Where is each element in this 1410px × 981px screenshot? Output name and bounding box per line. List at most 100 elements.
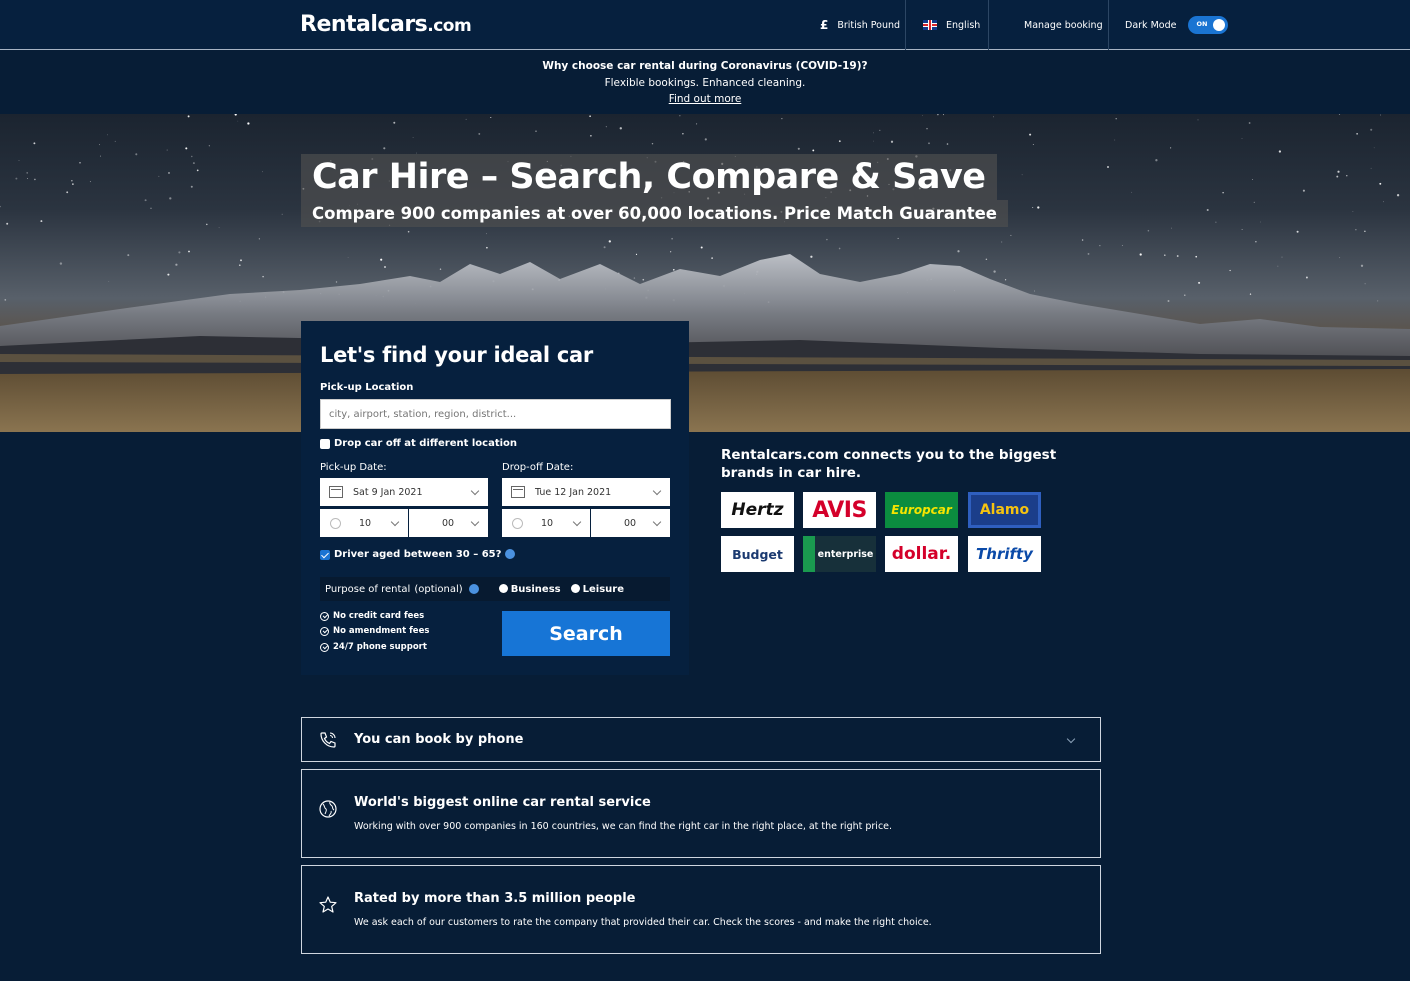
dropoff-minute-select[interactable]: 00 xyxy=(591,509,670,537)
hero-subtitle: Compare 900 companies at over 60,000 loc… xyxy=(301,200,1008,227)
purpose-business-label: Business xyxy=(510,583,561,595)
perk-item: No credit card fees xyxy=(320,611,424,621)
dropoff-hour-select[interactable]: 10 xyxy=(502,509,590,537)
driver-age-checkbox[interactable] xyxy=(320,550,330,560)
toggle-knob xyxy=(1213,19,1226,31)
header-divider xyxy=(1108,0,1109,50)
covid-text: Flexible bookings. Enhanced cleaning. xyxy=(604,77,806,89)
info-icon[interactable] xyxy=(468,584,479,594)
perk-item: No amendment fees xyxy=(320,626,429,636)
chevron-down-icon[interactable] xyxy=(1066,734,1076,744)
pickup-location-input[interactable] xyxy=(320,399,671,429)
calendar-icon xyxy=(511,486,525,498)
card-title: Rated by more than 3.5 million people xyxy=(354,891,636,906)
brand-logo-avis: AVIS xyxy=(803,492,876,528)
chevron-down-icon xyxy=(390,517,400,527)
currency-label: British Pound xyxy=(837,19,901,31)
site-header: Rentalcars.com £ British Pound English M… xyxy=(0,0,1410,50)
dark-mode-control: Dark Mode ON xyxy=(1125,0,1229,50)
pickup-date-value: Sat 9 Jan 2021 xyxy=(353,486,423,498)
info-card-ratings: Rated by more than 3.5 million people We… xyxy=(301,865,1101,954)
chevron-down-icon xyxy=(470,517,480,527)
phone-icon xyxy=(320,732,336,748)
brands-heading: Rentalcars.com connects you to the bigge… xyxy=(721,447,1057,481)
dark-mode-label: Dark Mode xyxy=(1125,19,1177,31)
dropoff-hour-value: 10 xyxy=(541,517,554,529)
pickup-minute-value: 00 xyxy=(442,517,455,529)
driver-age-text: Driver aged between 30 – 65? xyxy=(334,549,502,560)
search-panel: Let's find your ideal car Pick-up Locati… xyxy=(301,321,689,675)
purpose-leisure-option[interactable]: Leisure xyxy=(570,583,624,595)
clock-icon xyxy=(330,517,341,529)
pickup-minute-select[interactable]: 00 xyxy=(409,509,488,537)
pickup-hour-select[interactable]: 10 xyxy=(320,509,408,537)
find-out-more-link[interactable]: Find out more xyxy=(0,93,1410,105)
radio-icon xyxy=(570,584,580,593)
perk-label: 24/7 phone support xyxy=(333,642,427,652)
dropoff-date-label: Drop-off Date: xyxy=(502,462,574,473)
search-button[interactable]: Search xyxy=(502,611,670,656)
pound-icon: £ xyxy=(820,18,829,32)
brand-logo-europcar: Europcar xyxy=(885,492,958,528)
brand-logo-alamo: Alamo xyxy=(968,492,1041,528)
dropoff-date-picker[interactable]: Tue 12 Jan 2021 xyxy=(502,478,670,506)
pickup-location-label: Pick-up Location xyxy=(320,382,414,393)
brand-logo-dollar: dollar. xyxy=(885,536,958,572)
drop-off-different-label: Drop car off at different location xyxy=(334,438,518,449)
info-card-worldwide: World's biggest online car rental servic… xyxy=(301,769,1101,858)
chevron-down-icon xyxy=(572,517,582,527)
card-text: We ask each of our customers to rate the… xyxy=(354,917,932,928)
covid-heading: Why choose car rental during Coronavirus… xyxy=(542,60,868,72)
drop-off-different-checkbox[interactable] xyxy=(320,439,330,449)
perk-label: No credit card fees xyxy=(333,611,425,621)
language-selector[interactable]: English xyxy=(923,0,980,50)
find-out-more-label: Find out more xyxy=(668,93,742,105)
card-title: You can book by phone xyxy=(354,732,524,747)
rental-purpose-group: Purpose of rental (optional) Business Le… xyxy=(320,577,670,601)
check-circle-icon xyxy=(320,642,329,652)
dropoff-minute-value: 00 xyxy=(624,517,637,529)
brand-logo-budget: Budget xyxy=(721,536,794,572)
check-circle-icon xyxy=(320,626,329,636)
pickup-date-label: Pick-up Date: xyxy=(320,462,387,473)
driver-age-label: Driver aged between 30 – 65? xyxy=(334,549,515,560)
calendar-icon xyxy=(329,486,343,498)
pickup-hour-value: 10 xyxy=(359,517,372,529)
chevron-down-icon xyxy=(652,486,662,496)
clock-icon xyxy=(512,517,523,529)
manage-booking-link[interactable]: Manage booking xyxy=(1024,0,1103,50)
brand-logo-thrifty: Thrifty xyxy=(968,536,1041,572)
logo-suffix: .com xyxy=(427,16,472,36)
pickup-date-picker[interactable]: Sat 9 Jan 2021 xyxy=(320,478,488,506)
manage-booking-label: Manage booking xyxy=(1024,19,1103,31)
purpose-leisure-label: Leisure xyxy=(582,583,624,595)
header-divider xyxy=(988,0,989,50)
logo-text: Rentalcars xyxy=(300,12,428,37)
check-circle-icon xyxy=(320,611,329,621)
radio-icon xyxy=(498,584,508,593)
brand-logo-enterprise: enterprise xyxy=(803,536,876,572)
info-card-phone[interactable]: You can book by phone xyxy=(301,717,1101,762)
globe-icon xyxy=(319,800,337,818)
card-title: World's biggest online car rental servic… xyxy=(354,795,651,810)
purpose-optional-label: (optional) xyxy=(414,583,463,595)
brand-logo-hertz: Hertz xyxy=(721,492,794,528)
perk-label: No amendment fees xyxy=(333,626,430,636)
perk-item: 24/7 phone support xyxy=(320,642,427,652)
rentalcars-logo[interactable]: Rentalcars.com xyxy=(300,12,472,37)
header-divider xyxy=(905,0,906,50)
purpose-business-option[interactable]: Business xyxy=(498,583,561,595)
hero-title: Car Hire – Search, Compare & Save xyxy=(301,154,997,200)
search-heading: Let's find your ideal car xyxy=(320,343,593,367)
covid-banner: Why choose car rental during Coronavirus… xyxy=(0,51,1410,114)
dropoff-date-value: Tue 12 Jan 2021 xyxy=(535,486,612,498)
purpose-label: Purpose of rental xyxy=(325,583,411,595)
uk-flag-icon xyxy=(923,20,937,30)
toggle-state-label: ON xyxy=(1196,20,1208,28)
language-label: English xyxy=(946,19,981,31)
info-icon[interactable] xyxy=(504,549,515,559)
currency-selector[interactable]: £ British Pound xyxy=(820,0,900,50)
chevron-down-icon xyxy=(652,517,662,527)
card-text: Working with over 900 companies in 160 c… xyxy=(354,821,893,832)
dark-mode-toggle[interactable]: ON xyxy=(1188,16,1229,34)
